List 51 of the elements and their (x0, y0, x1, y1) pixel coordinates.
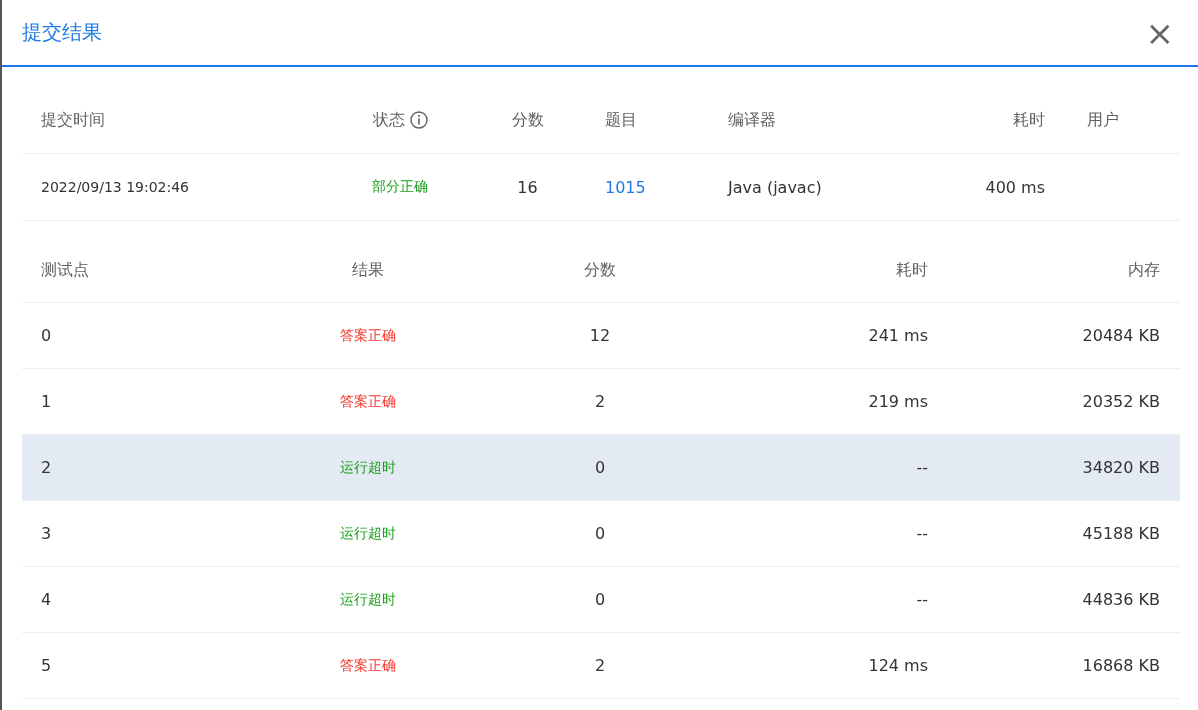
info-icon[interactable] (409, 111, 428, 129)
column-header: 提交时间 (41, 109, 105, 131)
table-cell: 20484 KB (1082, 326, 1160, 345)
table-cell: 4 (41, 590, 52, 609)
table-cell: 2 (594, 392, 606, 411)
column-header: 用户 (1087, 109, 1119, 131)
column-header: 测试点 (41, 259, 89, 281)
result-label: 运行超时 (340, 524, 396, 543)
table-cell: 400 ms (985, 177, 1045, 197)
table-cell: 1 (41, 392, 52, 411)
table-cell: 12 (589, 326, 611, 345)
result-label: 运行超时 (340, 590, 396, 609)
problem-link[interactable]: 1015 (605, 177, 646, 197)
table-cell: 45188 KB (1082, 524, 1160, 543)
column-header: 分数 (584, 259, 616, 281)
column-header: 耗时 (1013, 109, 1045, 131)
column-header: 结果 (352, 259, 384, 281)
table-cell: 20352 KB (1082, 392, 1160, 411)
table-cell: 241 ms (868, 326, 928, 345)
table-cell: 219 ms (868, 392, 928, 411)
table-cell: -- (916, 458, 928, 477)
column-header: 题目 (605, 109, 637, 131)
table-cell: 2 (41, 458, 52, 477)
result-label: 答案正确 (340, 656, 396, 675)
status-label: 部分正确 (372, 178, 428, 196)
result-label: 答案正确 (340, 392, 396, 411)
result-label: 运行超时 (340, 458, 396, 477)
column-header: 耗时 (896, 259, 928, 281)
table-cell: 3 (41, 524, 52, 543)
result-label: 答案正确 (340, 326, 396, 345)
table-cell: 0 (594, 458, 606, 477)
table-cell: 16868 KB (1082, 656, 1160, 675)
table-cell: Java (javac) (728, 177, 822, 197)
column-header: 分数 (511, 109, 544, 131)
dialog-title: 提交结果 (22, 19, 102, 46)
table-cell: -- (916, 590, 928, 609)
table-cell: 0 (41, 326, 52, 345)
table-cell: 34820 KB (1082, 458, 1160, 477)
table-cell: 124 ms (868, 656, 928, 675)
table-cell: 5 (41, 656, 52, 675)
table-cell: 2 (594, 656, 606, 675)
table-cell: 16 (517, 177, 538, 197)
column-header: 编译器 (728, 109, 776, 131)
table-cell: 2022/09/13 19:02:46 (41, 179, 190, 195)
column-header: 内存 (1128, 259, 1160, 281)
table-cell: -- (916, 524, 928, 543)
table-cell: 0 (594, 524, 606, 543)
close-button[interactable]: × (1141, 15, 1178, 50)
column-header: 状态 (372, 109, 405, 131)
table-cell: 44836 KB (1082, 590, 1160, 609)
table-cell: 0 (594, 590, 606, 609)
